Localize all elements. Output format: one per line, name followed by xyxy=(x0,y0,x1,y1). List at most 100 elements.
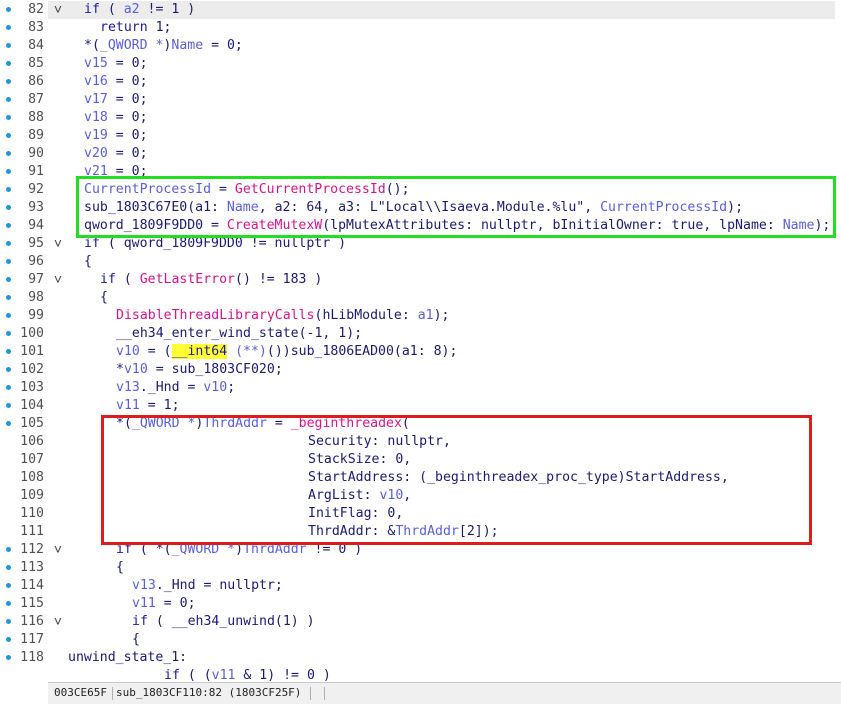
line-number: 82 xyxy=(28,2,44,17)
code-text: v17 = 0; xyxy=(84,92,148,107)
breakpoint-dot-icon[interactable] xyxy=(6,61,11,66)
code-text: { xyxy=(84,254,92,269)
breakpoint-dot-icon[interactable] xyxy=(6,115,11,120)
line-number: 106 xyxy=(20,434,44,449)
code-text: return 1; xyxy=(100,20,172,35)
line-number: 89 xyxy=(28,128,44,143)
breakpoint-dot-icon[interactable] xyxy=(6,97,11,102)
code-text: if ( GetLastError() != 183 ) xyxy=(100,272,323,287)
breakpoint-dot-icon[interactable] xyxy=(6,565,11,570)
line-number: 114 xyxy=(20,578,44,593)
breakpoint-dot-icon[interactable] xyxy=(6,187,11,192)
breakpoint-dot-icon[interactable] xyxy=(6,79,11,84)
line-number: 101 xyxy=(20,344,44,359)
breakpoint-dot-icon[interactable] xyxy=(6,367,11,372)
fold-chevron-icon[interactable]: ˅ xyxy=(52,541,64,559)
line-number: 87 xyxy=(28,92,44,107)
line-number: 94 xyxy=(28,218,44,233)
line-number: 86 xyxy=(28,74,44,89)
line-number: 107 xyxy=(20,452,44,467)
code-text: v16 = 0; xyxy=(84,74,148,89)
breakpoint-dot-icon[interactable] xyxy=(6,637,11,642)
pseudocode-view[interactable]: 82 ˅ if ( a2 != 1 ) 83 return 1; 84 *(_QWORD *… xyxy=(0,0,841,683)
line-number: 117 xyxy=(20,632,44,647)
line-number: 96 xyxy=(28,254,44,269)
breakpoint-dot-icon[interactable] xyxy=(6,205,11,210)
code-text: __eh34_enter_wind_state(-1, 1); xyxy=(116,326,363,341)
fold-chevron-icon[interactable]: ˅ xyxy=(52,235,64,253)
line-number: 92 xyxy=(28,182,44,197)
line-number: 113 xyxy=(20,560,44,575)
line-number: 83 xyxy=(28,20,44,35)
code-text: v13._Hnd = nullptr; xyxy=(132,578,283,593)
line-number: 85 xyxy=(28,56,44,71)
code-text: { xyxy=(132,632,140,647)
breakpoint-dot-icon[interactable] xyxy=(6,223,11,228)
line-number: 105 xyxy=(20,416,44,431)
line-number: 118 xyxy=(20,650,44,665)
breakpoint-dot-icon[interactable] xyxy=(6,133,11,138)
line-number: 103 xyxy=(20,380,44,395)
line-number: 109 xyxy=(20,488,44,503)
fold-chevron-icon[interactable]: ˅ xyxy=(52,613,64,631)
status-separator xyxy=(112,687,113,700)
green-highlight-box xyxy=(76,176,836,238)
line-number: 90 xyxy=(28,146,44,161)
breakpoint-dot-icon[interactable] xyxy=(6,421,11,426)
code-text: *(_QWORD *)Name = 0; xyxy=(84,38,243,53)
breakpoint-dot-icon[interactable] xyxy=(6,295,11,300)
status-separator xyxy=(324,687,325,700)
code-text: v13._Hnd = v10; xyxy=(116,380,236,395)
code-text: *v10 = sub_1803CF020; xyxy=(116,362,283,377)
line-number: 88 xyxy=(28,110,44,125)
code-text: if ( __eh34_unwind(1) ) xyxy=(132,614,315,629)
breakpoint-dot-icon[interactable] xyxy=(6,385,11,390)
code-text: v11 = 0; xyxy=(132,596,196,611)
breakpoint-dot-icon[interactable] xyxy=(6,619,11,624)
code-text: v20 = 0; xyxy=(84,146,148,161)
line-number: 110 xyxy=(20,506,44,521)
breakpoint-dot-icon[interactable] xyxy=(6,313,11,318)
red-highlight-box xyxy=(101,415,812,545)
line-number: 97 xyxy=(28,272,44,287)
breakpoint-dot-icon[interactable] xyxy=(6,25,11,30)
status-bar: 003CE65F sub_1803CF110:82 (1803CF25F) xyxy=(48,682,841,704)
breakpoint-dot-icon[interactable] xyxy=(6,241,11,246)
line-number: 91 xyxy=(28,164,44,179)
breakpoint-dot-icon[interactable] xyxy=(6,43,11,48)
line-number: 98 xyxy=(28,290,44,305)
breakpoint-dot-icon[interactable] xyxy=(6,349,11,354)
breakpoint-dot-icon[interactable] xyxy=(6,655,11,660)
breakpoint-dot-icon[interactable] xyxy=(6,583,11,588)
code-text: { xyxy=(116,560,124,575)
breakpoint-dot-icon[interactable] xyxy=(6,151,11,156)
line-number: 104 xyxy=(20,398,44,413)
fold-chevron-icon[interactable]: ˅ xyxy=(52,271,64,289)
breakpoint-dot-icon[interactable] xyxy=(6,601,11,606)
code-text: DisableThreadLibraryCalls(hLibModule: a1… xyxy=(116,308,450,323)
line-number: 100 xyxy=(20,326,44,341)
line-number: 102 xyxy=(20,362,44,377)
code-text: v18 = 0; xyxy=(84,110,148,125)
status-separator xyxy=(310,687,311,700)
line-number: 112 xyxy=(20,542,44,557)
breakpoint-dot-icon[interactable] xyxy=(6,547,11,552)
breakpoint-dot-icon[interactable] xyxy=(6,7,11,12)
breakpoint-dot-icon[interactable] xyxy=(6,169,11,174)
breakpoint-dot-icon[interactable] xyxy=(6,403,11,408)
line-number: 115 xyxy=(20,596,44,611)
line-number: 84 xyxy=(28,38,44,53)
code-text: unwind_state_1: xyxy=(68,650,188,665)
line-number: 93 xyxy=(28,200,44,215)
status-location: sub_1803CF110:82 (1803CF25F) xyxy=(116,686,302,699)
code-text: v15 = 0; xyxy=(84,56,148,71)
line-number: 99 xyxy=(28,308,44,323)
code-text: v19 = 0; xyxy=(84,128,148,143)
line-number: 108 xyxy=(20,470,44,485)
line-number: 111 xyxy=(20,524,44,539)
breakpoint-dot-icon[interactable] xyxy=(6,277,11,282)
fold-chevron-icon[interactable]: ˅ xyxy=(52,1,64,19)
breakpoint-dot-icon[interactable] xyxy=(6,331,11,336)
breakpoint-dot-icon[interactable] xyxy=(6,259,11,264)
code-text: if ( a2 != 1 ) xyxy=(84,2,196,17)
